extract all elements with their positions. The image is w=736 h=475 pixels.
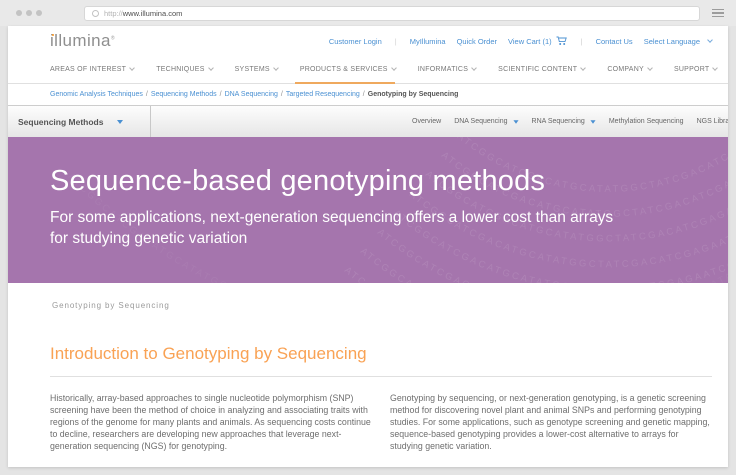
chevron-down-icon bbox=[391, 65, 397, 71]
breadcrumb-link[interactable]: Sequencing Methods bbox=[151, 91, 217, 98]
breadcrumb-link[interactable]: Targeted Resequencing bbox=[286, 91, 360, 98]
window-button[interactable] bbox=[36, 10, 42, 16]
illumina-logo[interactable]: illumina® bbox=[50, 31, 115, 51]
utility-nav: Customer Login | MyIllumina Quick Order … bbox=[329, 36, 712, 46]
chevron-down-icon bbox=[129, 65, 135, 71]
main-nav: AREAS OF INTEREST TECHNIQUES SYSTEMS PRO… bbox=[8, 56, 728, 84]
utility-link-view-cart[interactable]: View Cart (1) bbox=[508, 36, 568, 46]
subnav-item-rna-sequencing[interactable]: RNA Sequencing bbox=[532, 118, 596, 125]
logo-text: illumina bbox=[50, 31, 111, 50]
intro-paragraph-right: Genotyping by sequencing, or next-genera… bbox=[390, 392, 712, 452]
dropdown-arrow-icon bbox=[513, 120, 518, 123]
browser-menu-icon[interactable] bbox=[712, 9, 724, 18]
subnav-item-ngs-library-prep[interactable]: NGS Library Prep bbox=[697, 118, 728, 125]
nav-item-areas-of-interest[interactable]: AREAS OF INTEREST bbox=[50, 56, 134, 83]
page-card: illumina® Customer Login | MyIllumina Qu… bbox=[8, 26, 728, 467]
intro-paragraph-left: Historically, array-based approaches to … bbox=[50, 392, 372, 452]
page-eyebrow: Genotyping by Sequencing bbox=[52, 301, 712, 310]
chevron-down-icon bbox=[273, 65, 279, 71]
divider: | bbox=[395, 37, 397, 46]
breadcrumb: Genomic Analysis Techniques / Sequencing… bbox=[8, 84, 728, 105]
utility-link-quick-order[interactable]: Quick Order bbox=[457, 37, 497, 46]
utility-link-customer-login[interactable]: Customer Login bbox=[329, 37, 382, 46]
chevron-down-icon bbox=[713, 65, 719, 71]
section-subnav: Sequencing Methods Overview DNA Sequenci… bbox=[8, 105, 728, 137]
breadcrumb-current: Genotyping by Sequencing bbox=[368, 91, 459, 98]
url-scheme: http:// bbox=[104, 9, 123, 18]
chevron-down-icon bbox=[647, 65, 653, 71]
chevron-down-icon bbox=[471, 65, 477, 71]
chevron-down-icon bbox=[208, 65, 214, 71]
subnav-item-overview[interactable]: Overview bbox=[412, 118, 441, 125]
chevron-down-icon bbox=[580, 65, 586, 71]
nav-item-systems[interactable]: SYSTEMS bbox=[235, 56, 278, 83]
nav-item-informatics[interactable]: INFORMATICS bbox=[418, 56, 476, 83]
divider: | bbox=[581, 37, 583, 46]
cart-icon bbox=[556, 36, 568, 46]
dropdown-arrow-icon bbox=[117, 120, 123, 124]
hero-banner: ATCGGCATCGACATGCATATGGCTATCGACATCGAGAATC… bbox=[8, 137, 728, 283]
page-icon bbox=[92, 10, 99, 17]
dropdown-arrow-icon bbox=[590, 120, 595, 123]
subnav-item-dna-sequencing[interactable]: DNA Sequencing bbox=[454, 118, 518, 125]
url-host: www.illumina.com bbox=[123, 9, 183, 18]
nav-item-products-services[interactable]: PRODUCTS & SERVICES bbox=[300, 56, 396, 83]
breadcrumb-link[interactable]: Genomic Analysis Techniques bbox=[50, 91, 143, 98]
hero-title: Sequence-based genotyping methods bbox=[50, 165, 728, 198]
registered-mark: ® bbox=[111, 35, 115, 41]
breadcrumb-link[interactable]: DNA Sequencing bbox=[225, 91, 278, 98]
window-controls bbox=[16, 10, 42, 16]
site-header: illumina® Customer Login | MyIllumina Qu… bbox=[8, 26, 728, 56]
subnav-items: Overview DNA Sequencing RNA Sequencing M… bbox=[412, 106, 728, 137]
window-button[interactable] bbox=[16, 10, 22, 16]
nav-item-techniques[interactable]: TECHNIQUES bbox=[156, 56, 212, 83]
utility-link-myillumina[interactable]: MyIllumina bbox=[410, 37, 446, 46]
intro-columns: Historically, array-based approaches to … bbox=[50, 392, 712, 452]
hero-subtitle: For some applications, next-generation s… bbox=[50, 207, 728, 249]
window-button[interactable] bbox=[26, 10, 32, 16]
address-bar[interactable]: http://www.illumina.com bbox=[84, 6, 700, 21]
section-title: Introduction to Genotyping by Sequencing bbox=[50, 344, 712, 377]
utility-link-select-language[interactable]: Select Language bbox=[644, 37, 712, 46]
section-selector[interactable]: Sequencing Methods bbox=[8, 106, 151, 137]
chevron-down-icon bbox=[707, 37, 713, 43]
nav-item-support[interactable]: SUPPORT bbox=[674, 56, 717, 83]
utility-link-contact-us[interactable]: Contact Us bbox=[596, 37, 633, 46]
nav-item-company[interactable]: COMPANY bbox=[607, 56, 652, 83]
nav-item-scientific-content[interactable]: SCIENTIFIC CONTENT bbox=[498, 56, 585, 83]
subnav-item-methylation-sequencing[interactable]: Methylation Sequencing bbox=[609, 118, 684, 125]
browser-chrome: http://www.illumina.com bbox=[0, 0, 736, 26]
